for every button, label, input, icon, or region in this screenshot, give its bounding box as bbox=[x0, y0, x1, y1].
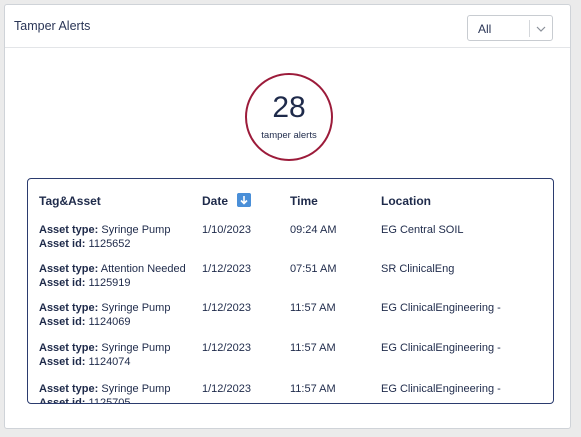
location-cell: EG ClinicalEngineering - bbox=[381, 342, 501, 354]
asset-cell: Asset type: Attention Needed Asset id: 11… bbox=[39, 262, 186, 290]
table-row[interactable]: Asset type: Syringe Pump Asset id: 112406… bbox=[28, 301, 553, 341]
asset-type-label: Asset type: bbox=[39, 383, 99, 395]
dropdown-separator bbox=[529, 20, 530, 37]
time-cell: 09:24 AM bbox=[290, 224, 337, 236]
location-cell: SR ClinicalEng bbox=[381, 263, 455, 275]
date-cell: 1/10/2023 bbox=[202, 224, 251, 236]
asset-type-label: Asset type: bbox=[39, 263, 99, 275]
asset-id-value: 1125919 bbox=[88, 277, 131, 289]
column-header-location: Location bbox=[381, 194, 431, 208]
asset-id-label: Asset id: bbox=[39, 397, 86, 404]
panel-header: Tamper Alerts All bbox=[5, 5, 570, 48]
date-cell: 1/12/2023 bbox=[202, 263, 251, 275]
table-row[interactable]: Asset type: Attention Needed Asset id: 11… bbox=[28, 262, 553, 302]
asset-type-label: Asset type: bbox=[39, 302, 99, 314]
column-header-tag-asset: Tag&Asset bbox=[39, 194, 101, 208]
time-cell: 07:51 AM bbox=[290, 263, 337, 275]
asset-cell: Asset type: Syringe Pump Asset id: 112565… bbox=[39, 223, 170, 251]
asset-type-value: Syringe Pump bbox=[101, 224, 171, 236]
column-header-date[interactable]: Date bbox=[202, 194, 228, 208]
asset-id-label: Asset id: bbox=[39, 277, 86, 289]
asset-type-value: Attention Needed bbox=[100, 263, 186, 275]
asset-id-label: Asset id: bbox=[39, 356, 86, 368]
asset-id-value: 1124074 bbox=[88, 356, 131, 368]
asset-cell: Asset type: Syringe Pump Asset id: 112406… bbox=[39, 301, 170, 329]
alerts-table: Tag&Asset Date Time Location Asset type:… bbox=[27, 178, 554, 404]
asset-type-value: Syringe Pump bbox=[101, 383, 171, 395]
location-cell: EG Central SOIL bbox=[381, 224, 464, 236]
date-cell: 1/12/2023 bbox=[202, 383, 251, 395]
chevron-down-icon bbox=[536, 26, 546, 32]
table-row[interactable]: Asset type: Syringe Pump Asset id: 112570… bbox=[28, 382, 553, 404]
location-cell: EG ClinicalEngineering - bbox=[381, 302, 501, 314]
asset-cell: Asset type: Syringe Pump Asset id: 112570… bbox=[39, 382, 171, 404]
asset-type-value: Syringe Pump bbox=[101, 302, 171, 314]
filter-selected-value: All bbox=[478, 22, 492, 36]
asset-type-value: Syringe Pump bbox=[101, 342, 171, 354]
time-cell: 11:57 AM bbox=[290, 302, 336, 314]
asset-id-value: 1124069 bbox=[88, 316, 131, 328]
time-cell: 11:57 AM bbox=[290, 383, 336, 395]
asset-type-label: Asset type: bbox=[39, 342, 99, 354]
location-cell: EG ClinicalEngineering - bbox=[381, 383, 501, 395]
tamper-alerts-panel: Tamper Alerts All 28 tamper alerts Tag&A… bbox=[4, 4, 571, 429]
asset-id-value: 1125652 bbox=[88, 238, 131, 250]
table-row[interactable]: Asset type: Syringe Pump Asset id: 112407… bbox=[28, 341, 553, 381]
time-cell: 11:57 AM bbox=[290, 342, 336, 354]
asset-id-label: Asset id: bbox=[39, 316, 86, 328]
column-header-time: Time bbox=[290, 194, 318, 208]
date-cell: 1/12/2023 bbox=[202, 302, 251, 314]
tamper-count-label: tamper alerts bbox=[261, 130, 317, 141]
tamper-count: 28 bbox=[272, 91, 306, 124]
asset-id-label: Asset id: bbox=[39, 238, 86, 250]
tamper-count-ring: 28 tamper alerts bbox=[245, 73, 333, 161]
table-row[interactable]: Asset type: Syringe Pump Asset id: 112565… bbox=[28, 223, 553, 263]
asset-type-label: Asset type: bbox=[39, 224, 99, 236]
date-cell: 1/12/2023 bbox=[202, 342, 251, 354]
panel-title: Tamper Alerts bbox=[14, 19, 91, 33]
asset-id-value: 1125705 bbox=[88, 397, 131, 404]
asset-cell: Asset type: Syringe Pump Asset id: 112407… bbox=[39, 341, 170, 369]
sort-descending-icon[interactable] bbox=[237, 193, 251, 207]
filter-dropdown[interactable]: All bbox=[467, 15, 553, 41]
